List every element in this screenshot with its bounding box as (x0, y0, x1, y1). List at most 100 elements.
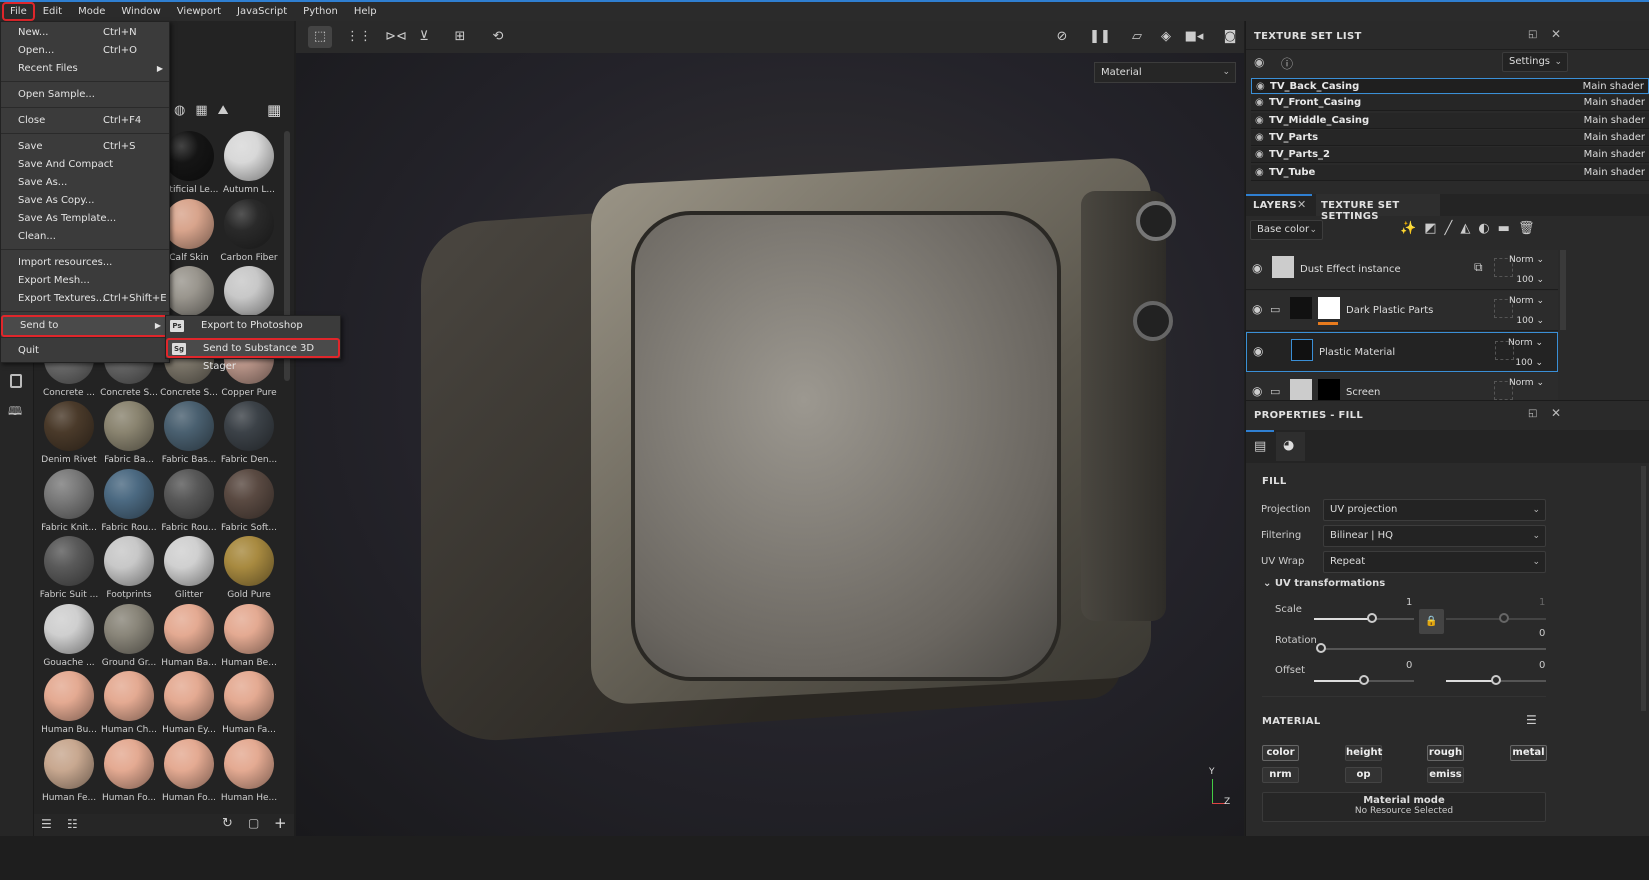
scale-v-slider[interactable] (1446, 618, 1546, 620)
channel-toggle-op[interactable]: op (1345, 767, 1382, 783)
opacity-dropdown[interactable]: 100 ⌄ (1516, 275, 1544, 285)
book-icon[interactable]: 🕮 (8, 402, 22, 423)
menu-item-close[interactable]: Close Ctrl+F4 (1, 112, 169, 130)
solo-icon[interactable]: ⓘ (1281, 55, 1293, 72)
reset-camera-icon[interactable]: ⟲ (486, 26, 510, 48)
layer-row[interactable]: ◉ ▭ Dark Plastic Parts Norm ⌄ 100 ⌄ (1246, 291, 1558, 331)
material-thumbnail[interactable]: Fabric Bas... (159, 401, 219, 468)
settings-dropdown[interactable]: Settings ⌄ (1502, 52, 1568, 72)
menu-item-new[interactable]: New... Ctrl+N (1, 24, 169, 42)
mask-icon[interactable]: ◩ (1424, 221, 1444, 236)
material-thumbnail[interactable]: Human Fa... (219, 671, 279, 738)
uvwrap-dropdown[interactable]: Repeat ⌄ (1323, 551, 1546, 573)
lock-icon[interactable]: 🔒 (1419, 609, 1444, 634)
material-thumbnail[interactable]: Fabric Rou... (99, 468, 159, 536)
menu-item-save-and-compact[interactable]: Save And Compact (1, 156, 169, 174)
material-thumbnail[interactable]: Human Fo... (159, 738, 219, 806)
menu-item-import-resources[interactable]: Import resources... (1, 254, 169, 272)
material-thumbnail[interactable]: Autumn L... (219, 131, 279, 198)
properties-scrollbar[interactable] (1641, 466, 1646, 711)
uv-transformations-toggle[interactable]: ⌄ UV transformations (1263, 578, 1385, 589)
eye-icon[interactable]: ◉ (1255, 130, 1264, 146)
smart-material-icon[interactable]: ◐ (1478, 221, 1497, 236)
material-thumbnail[interactable]: Gold Pure (219, 536, 279, 603)
menu-item-recent-files[interactable]: Recent Files ▶ (1, 60, 169, 78)
folder-icon[interactable]: ▬ (1498, 221, 1518, 236)
material-thumbnail[interactable]: Human Bu... (39, 671, 99, 738)
texture-set-row[interactable]: ◉ TV_Middle_Casing Main shader (1251, 112, 1649, 129)
material-thumbnail[interactable]: Ground Gr... (99, 603, 159, 671)
shader-name[interactable]: Main shader (1584, 113, 1645, 129)
add-icon[interactable]: + (274, 814, 287, 832)
resource-icon[interactable] (10, 374, 22, 388)
opacity-dropdown[interactable]: 100 ⌄ (1516, 316, 1544, 326)
pause-icon[interactable]: ❚❚ (1088, 26, 1112, 48)
material-thumbnail[interactable]: Glitter (159, 536, 219, 603)
paint-layer-icon[interactable]: ╱ (1444, 221, 1460, 236)
offset-u-knob[interactable] (1359, 675, 1369, 685)
texture-set-row[interactable]: ◉ TV_Front_Casing Main shader (1251, 95, 1649, 112)
texture-set-row[interactable]: ◉ TV_Back_Casing Main shader (1251, 78, 1649, 94)
blend-mode-dropdown[interactable]: Norm ⌄ (1508, 338, 1543, 348)
material-thumbnail[interactable]: Human Fo... (99, 738, 159, 806)
material-mode-box[interactable]: Material mode No Resource Selected (1262, 792, 1546, 822)
menu-item-save-as-template[interactable]: Save As Template... (1, 210, 169, 228)
menu-item-quit[interactable]: Quit (1, 342, 169, 360)
opacity-dropdown[interactable]: 100 ⌄ (1515, 358, 1543, 368)
effects-icon[interactable]: ✨ (1400, 221, 1424, 236)
menu-file[interactable]: File (2, 2, 35, 21)
sort-icon[interactable]: ☷ (67, 817, 78, 831)
shader-name[interactable]: Main shader (1583, 79, 1644, 95)
submenu-item-export-to-photoshop[interactable]: Ps Export to Photoshop (166, 317, 340, 337)
texture-set-row[interactable]: ◉ TV_Parts Main shader (1251, 129, 1649, 146)
texture-set-row[interactable]: ◉ TV_Parts_2 Main shader (1251, 147, 1649, 164)
fill-properties-icon[interactable]: ▤ (1254, 439, 1266, 454)
layer-row[interactable]: ◉ Plastic Material Norm ⌄ 100 ⌄ (1246, 332, 1558, 372)
mask-thumbnail[interactable] (1318, 297, 1340, 319)
menu-item-save-as[interactable]: Save As... (1, 174, 169, 192)
selection-icon[interactable]: ⬚ (308, 26, 332, 48)
new-folder-icon[interactable]: ▢ (248, 816, 259, 830)
delete-icon[interactable]: 🗑 (1518, 221, 1543, 236)
blend-mode-dropdown[interactable]: Norm ⌄ (1509, 296, 1544, 306)
symmetry-x-icon[interactable]: ⊳⊲ (384, 26, 408, 48)
view-3d-icon[interactable]: ◈ (1154, 26, 1178, 48)
layer-row[interactable]: ◉ Dust Effect instance ⧉ Norm ⌄ 100 ⌄ (1246, 250, 1558, 290)
channel-toggle-emiss[interactable]: emiss (1427, 767, 1464, 783)
material-thumbnail[interactable]: Fabric Soft... (219, 468, 279, 536)
filtering-dropdown[interactable]: Bilinear | HQ ⌄ (1323, 525, 1546, 547)
channel-toggle-metal[interactable]: metal (1510, 745, 1547, 761)
scale-v-knob[interactable] (1499, 613, 1509, 623)
texture-set-row[interactable]: ◉ TV_Tube Main shader (1251, 164, 1649, 181)
material-menu-icon[interactable]: ☰ (1526, 713, 1537, 727)
menu-window[interactable]: Window (113, 2, 168, 21)
close-icon[interactable]: ✕ (1297, 198, 1306, 211)
channel-toggle-height[interactable]: height (1345, 745, 1382, 761)
material-thumbnail[interactable]: Carbon Fiber (219, 198, 279, 266)
fill-layer-icon[interactable]: ◭ (1460, 221, 1478, 236)
eye-icon[interactable]: ◉ (1255, 147, 1264, 163)
channel-toggle-rough[interactable]: rough (1427, 745, 1464, 761)
menu-item-clean[interactable]: Clean... (1, 228, 169, 246)
shader-name[interactable]: Main shader (1584, 165, 1645, 181)
channel-dropdown[interactable]: Base color ⌄ (1250, 220, 1323, 240)
refresh-icon[interactable]: ↻ (222, 816, 233, 831)
undock-icon[interactable]: ◱ (1528, 408, 1537, 419)
menu-edit[interactable]: Edit (35, 2, 70, 21)
scale-u-knob[interactable] (1367, 613, 1377, 623)
blend-mode-dropdown[interactable]: Norm ⌄ (1509, 255, 1544, 265)
material-thumbnail[interactable]: Fabric Suit ... (39, 536, 99, 603)
eye-icon[interactable]: ◉ (1252, 384, 1262, 398)
frame-icon[interactable]: ⊞ (448, 26, 472, 48)
offset-v-knob[interactable] (1491, 675, 1501, 685)
view-2d-icon[interactable]: ▱ (1125, 26, 1149, 48)
eye-icon[interactable]: ◉ (1255, 95, 1264, 111)
menu-help[interactable]: Help (346, 2, 385, 21)
material-thumbnail[interactable]: Gouache ... (39, 603, 99, 671)
blend-mode-dropdown[interactable]: Norm ⌄ (1509, 378, 1544, 388)
menu-item-export-textures[interactable]: Export Textures... Ctrl+Shift+E (1, 290, 169, 308)
material-thumbnail[interactable]: Human Fe... (39, 738, 99, 806)
menu-python[interactable]: Python (295, 2, 346, 21)
channel-toggle-color[interactable]: color (1262, 745, 1299, 761)
close-icon[interactable]: ✕ (1551, 27, 1561, 41)
